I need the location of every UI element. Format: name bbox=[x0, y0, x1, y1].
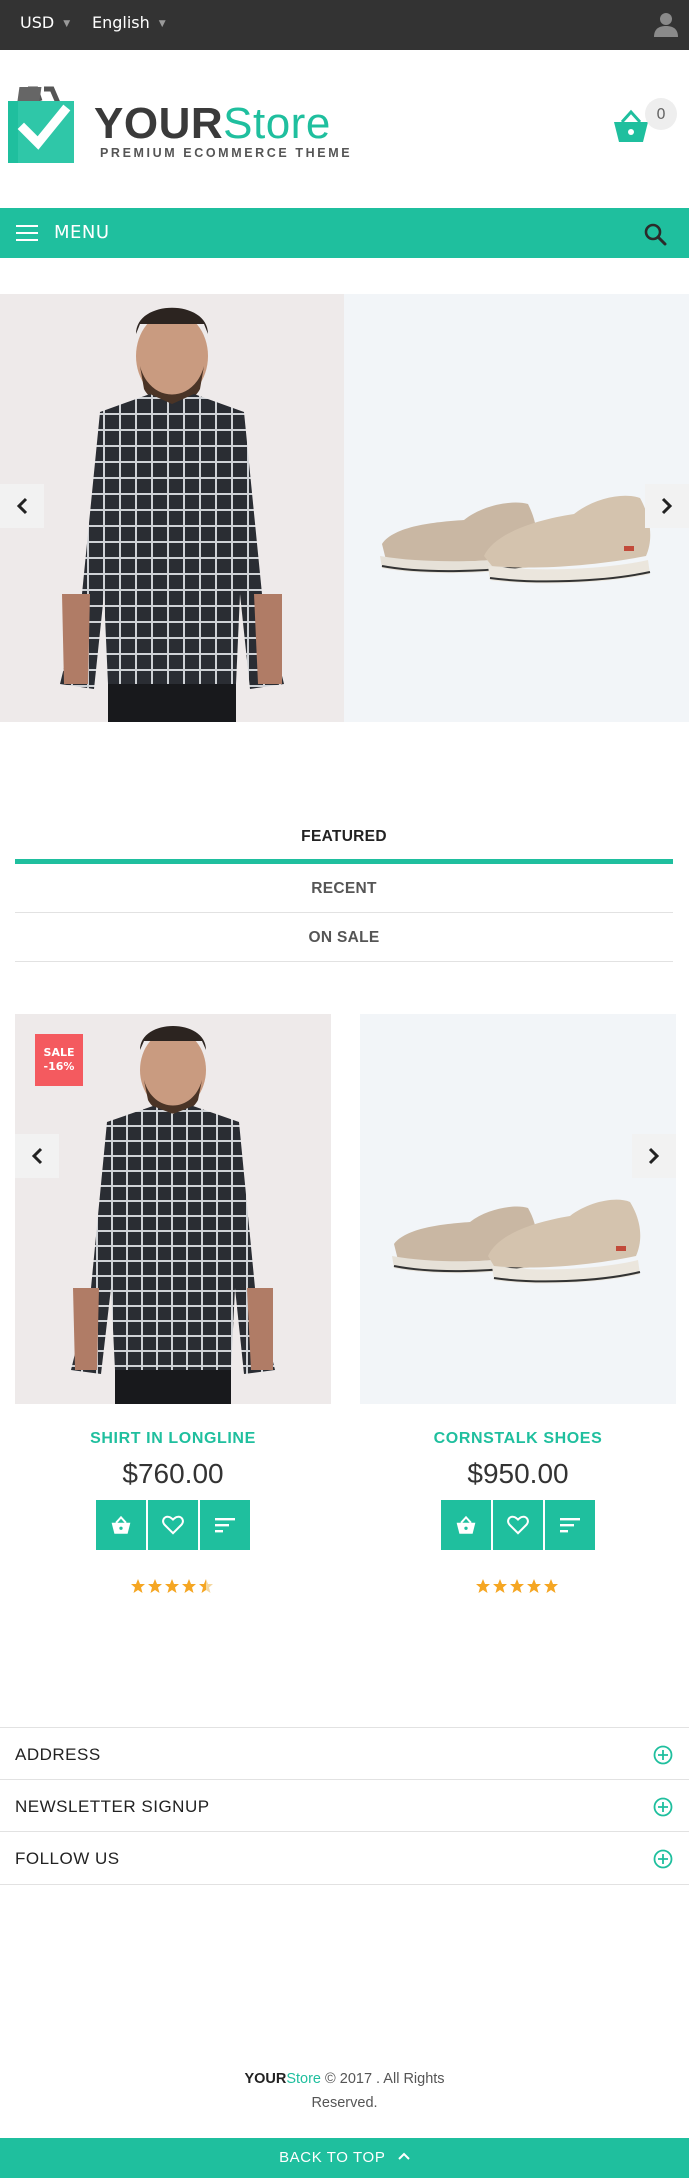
currency-selector[interactable]: USD ▼ bbox=[20, 0, 70, 50]
plus-circle-icon[interactable] bbox=[653, 1745, 673, 1765]
hero-slide-shirt[interactable] bbox=[0, 294, 344, 722]
product-actions bbox=[360, 1500, 676, 1550]
shirt-model-image bbox=[0, 294, 344, 722]
heart-icon bbox=[162, 1515, 184, 1535]
compare-icon bbox=[560, 1518, 580, 1533]
product-rating bbox=[15, 1578, 331, 1594]
language-selector[interactable]: English ▼ bbox=[92, 0, 166, 50]
product-name[interactable]: SHIRT IN LONGLINE bbox=[15, 1430, 331, 1448]
accordion-label: ADDRESS bbox=[15, 1745, 101, 1764]
footer-brand-your: YOUR bbox=[244, 2071, 287, 2087]
tab-on-sale[interactable]: ON SALE bbox=[15, 913, 673, 962]
add-to-wishlist-button[interactable] bbox=[148, 1500, 198, 1550]
logo-your: YOUR bbox=[94, 99, 224, 148]
plus-circle-icon[interactable] bbox=[653, 1849, 673, 1869]
hero-slider bbox=[0, 294, 689, 722]
hero-next-button[interactable] bbox=[645, 484, 689, 528]
tab-recent[interactable]: RECENT bbox=[15, 864, 673, 913]
sale-badge-label: SALE bbox=[43, 1046, 75, 1059]
top-bar: USD ▼ English ▼ bbox=[0, 0, 689, 50]
products-next-button[interactable] bbox=[632, 1134, 676, 1178]
plus-circle-icon[interactable] bbox=[653, 1797, 673, 1817]
divider bbox=[0, 1884, 689, 1885]
product-card: SALE -16% SHIRT IN LONGLINE $760.00 bbox=[15, 1014, 331, 1594]
product-image-shirt[interactable]: SALE -16% bbox=[15, 1014, 331, 1404]
main-menu-bar: MENU bbox=[0, 208, 689, 258]
copyright-line2: Reserved. bbox=[311, 2095, 378, 2111]
logo-store: Store bbox=[223, 99, 331, 148]
menu-button[interactable]: MENU bbox=[54, 208, 110, 258]
chevron-right-icon bbox=[661, 497, 673, 515]
back-to-top-label: BACK TO TOP bbox=[279, 2149, 386, 2166]
shopping-bag-check-icon[interactable] bbox=[8, 83, 80, 163]
add-to-wishlist-button[interactable] bbox=[493, 1500, 543, 1550]
product-price: $950.00 bbox=[467, 1458, 569, 1489]
hero-prev-button[interactable] bbox=[0, 484, 44, 528]
compare-button[interactable] bbox=[200, 1500, 250, 1550]
products-prev-button[interactable] bbox=[15, 1134, 59, 1178]
hero-slide-shoes[interactable] bbox=[344, 294, 689, 722]
search-icon[interactable] bbox=[643, 222, 667, 246]
tab-featured[interactable]: FEATURED bbox=[15, 810, 673, 864]
chevron-down-icon: ▼ bbox=[63, 19, 71, 29]
back-to-top-button[interactable]: BACK TO TOP bbox=[0, 2138, 689, 2178]
chevron-up-icon bbox=[398, 2152, 410, 2160]
cart-count-badge[interactable]: 0 bbox=[645, 98, 677, 130]
chevron-left-icon bbox=[16, 497, 28, 515]
copyright-text: YOURStore © 2017 . All Rights Reserved. bbox=[0, 2067, 689, 2115]
heart-icon bbox=[507, 1515, 529, 1535]
accordion-label: FOLLOW US bbox=[15, 1849, 120, 1868]
chevron-right-icon bbox=[648, 1147, 660, 1165]
accordion-address[interactable]: ADDRESS bbox=[0, 1727, 689, 1781]
hamburger-icon[interactable] bbox=[16, 225, 38, 241]
product-rating bbox=[360, 1578, 676, 1594]
accordion-newsletter-signup[interactable]: NEWSLETTER SIGNUP bbox=[0, 1779, 689, 1833]
product-image-shoes[interactable] bbox=[360, 1014, 676, 1404]
accordion-follow-us[interactable]: FOLLOW US bbox=[0, 1831, 689, 1885]
basket-icon bbox=[111, 1515, 131, 1534]
compare-button[interactable] bbox=[545, 1500, 595, 1550]
language-label: English bbox=[92, 13, 150, 32]
product-card: CORNSTALK SHOES $950.00 bbox=[360, 1014, 676, 1594]
accordion-label: NEWSLETTER SIGNUP bbox=[15, 1797, 210, 1816]
user-icon[interactable] bbox=[653, 11, 679, 37]
sale-badge-percent: -16% bbox=[43, 1060, 75, 1073]
basket-icon bbox=[456, 1515, 476, 1534]
currency-label: USD bbox=[20, 13, 55, 32]
chevron-down-icon: ▼ bbox=[158, 19, 166, 29]
logo-text[interactable]: YOURStore bbox=[94, 100, 331, 148]
chevron-left-icon bbox=[31, 1147, 43, 1165]
add-to-cart-button[interactable] bbox=[441, 1500, 491, 1550]
compare-icon bbox=[215, 1518, 235, 1533]
footer-brand-store: Store bbox=[286, 2071, 322, 2087]
site-header: YOURStore PREMIUM ECOMMERCE THEME 0 bbox=[0, 50, 689, 208]
product-actions bbox=[15, 1500, 331, 1550]
shoes-image bbox=[344, 294, 689, 722]
product-price: $760.00 bbox=[122, 1458, 224, 1489]
copyright-line1: © 2017 . All Rights bbox=[321, 2071, 445, 2087]
star-rating-icon bbox=[476, 1579, 558, 1593]
product-name[interactable]: CORNSTALK SHOES bbox=[360, 1430, 676, 1448]
logo-tagline: PREMIUM ECOMMERCE THEME bbox=[100, 146, 353, 160]
shoes-image bbox=[360, 1014, 676, 1404]
product-tabs: FEATURED RECENT ON SALE bbox=[15, 810, 673, 962]
sale-badge: SALE -16% bbox=[35, 1034, 83, 1086]
add-to-cart-button[interactable] bbox=[96, 1500, 146, 1550]
star-rating-icon bbox=[131, 1579, 213, 1593]
